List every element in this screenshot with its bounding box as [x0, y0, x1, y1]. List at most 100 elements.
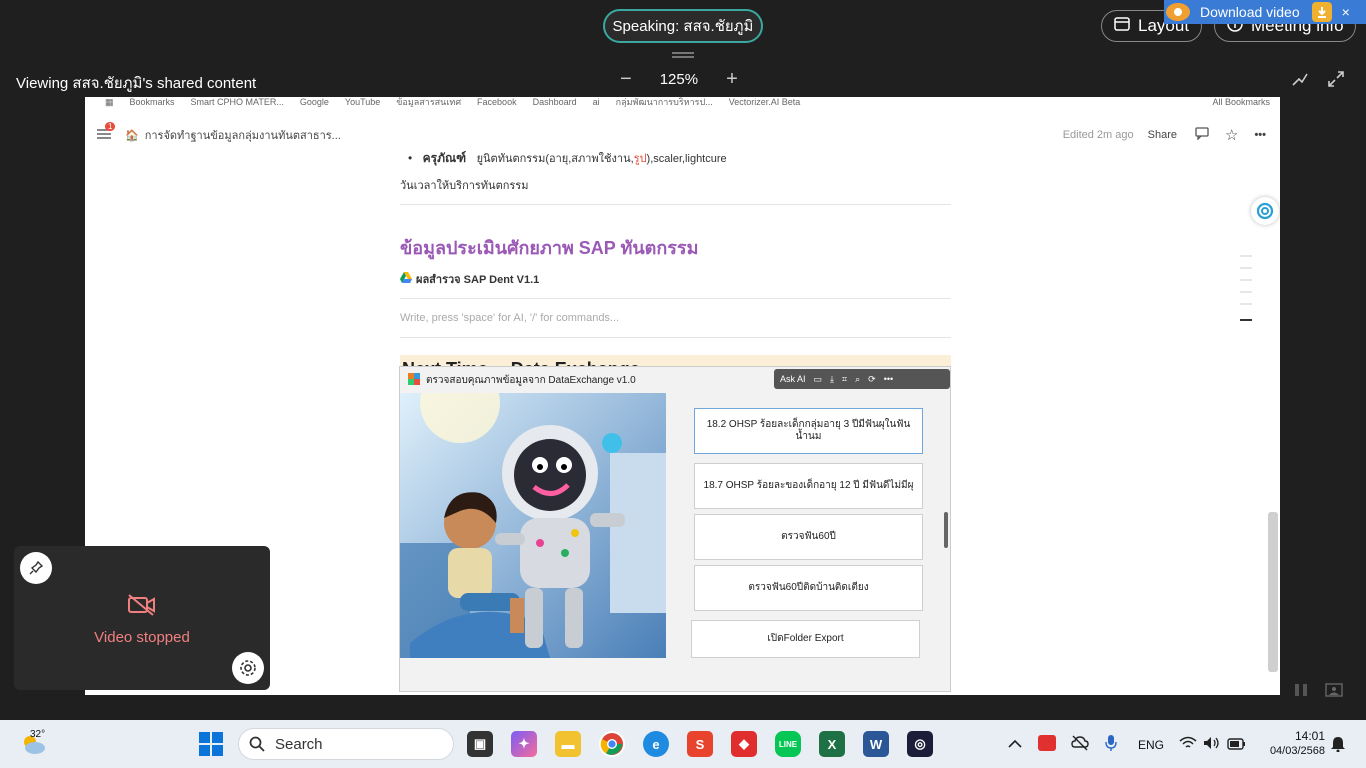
notifications-icon[interactable] — [1331, 736, 1345, 757]
download-icon[interactable]: ⤓ — [830, 374, 834, 385]
breadcrumb[interactable]: การจัดทำฐานข้อมูลกลุ่มงานทันตสาธาร... — [145, 126, 341, 144]
app-title: ตรวจสอบคุณภาพข้อมูลจาก DataExchange v1.0 — [426, 374, 636, 386]
active-speaker-indicator: Speaking: สสจ.ชัยภูมิ — [603, 9, 763, 43]
dental-robot-illustration — [400, 393, 666, 658]
download-video-bar[interactable]: Download video × — [1164, 0, 1366, 24]
bookmark-item[interactable]: กลุ่มพัฒนาการบริหารป... — [616, 97, 713, 107]
dental-check-60-button[interactable]: ตรวจฟัน60ปี — [694, 514, 923, 560]
crop-icon[interactable]: ⌗ — [842, 374, 847, 385]
cloud-off-icon[interactable] — [1071, 735, 1089, 756]
microphone-icon[interactable] — [1105, 734, 1117, 757]
clock-time[interactable]: 14:01 — [1261, 729, 1325, 743]
drive-link[interactable]: ผลสำรวจ SAP Dent V1.1 — [400, 270, 951, 288]
open-export-folder-button[interactable]: เปิดFolder Export — [691, 620, 920, 658]
volume-icon[interactable] — [1203, 736, 1221, 755]
bookmark-item[interactable]: Dashboard — [533, 97, 577, 107]
picture-icon[interactable] — [1325, 683, 1343, 702]
download-icon[interactable] — [1311, 2, 1332, 22]
anydesk-icon[interactable]: ◆ — [731, 731, 757, 757]
edited-status: Edited 2m ago — [1062, 129, 1134, 141]
layout-icon — [1114, 16, 1130, 36]
more-icon[interactable]: ••• — [1254, 129, 1266, 141]
zoom-out-button[interactable]: − — [620, 68, 632, 91]
line-icon[interactable]: LINE — [775, 731, 801, 757]
copilot-icon[interactable]: ✦ — [511, 731, 537, 757]
house-icon: 🏠 — [125, 129, 139, 142]
zoom-level: 125% — [659, 71, 699, 88]
excel-icon[interactable]: X — [819, 731, 845, 757]
chrome-icon[interactable] — [599, 731, 625, 757]
divider — [400, 298, 951, 299]
divider — [400, 337, 951, 338]
google-drive-icon — [400, 272, 412, 286]
bookmarks-bar: ▦ Bookmarks Smart CPHO MATER... Google Y… — [85, 97, 1280, 107]
comment-icon[interactable] — [1195, 127, 1209, 143]
bullet-text-a: ยูนิตทันตกรรม(อายุ,สภาพใช้งาน, — [476, 153, 634, 165]
bookmark-item[interactable]: YouTube — [345, 97, 380, 107]
star-icon[interactable]: ☆ — [1225, 126, 1238, 144]
anydesk-tray-icon[interactable] — [1038, 735, 1056, 751]
comment-icon[interactable]: ▭ — [814, 374, 823, 385]
bookmark-item[interactable]: Bookmarks — [130, 97, 175, 107]
bullet-red-text: รูป — [633, 153, 647, 165]
word-icon[interactable]: W — [863, 731, 889, 757]
clock-date[interactable]: 04/03/2568 — [1261, 745, 1325, 757]
taskbar-search[interactable]: Search — [238, 728, 454, 760]
apps-icon[interactable]: ▦ — [105, 97, 114, 107]
bullet-dot: • — [408, 151, 413, 165]
bookmark-item[interactable]: Vectorizer.AI Beta — [729, 97, 801, 107]
video-stopped-label: Video stopped — [94, 629, 190, 646]
doc-toolbar: 1 🏠 การจัดทำฐานข้อมูลกลุ่มงานทันตสาธาร..… — [85, 121, 1280, 149]
ohsp-18-2-button[interactable]: 18.2 OHSP ร้อยละเด็กกลุ่มอายุ 3 ปีมีฟันผ… — [694, 408, 923, 454]
bullet-bold: ครุภัณฑ์ — [422, 151, 467, 165]
edge-icon[interactable]: e — [643, 731, 669, 757]
settings-button[interactable] — [232, 652, 264, 684]
drive-link-label: ผลสำรวจ SAP Dent V1.1 — [416, 274, 540, 286]
video-off-icon — [127, 593, 157, 622]
bookmark-item[interactable]: Facebook — [477, 97, 517, 107]
self-video-tile: Video stopped — [14, 546, 270, 690]
search-icon — [249, 736, 265, 752]
pin-button[interactable] — [20, 552, 52, 584]
ai-assistant-icon[interactable] — [1251, 197, 1279, 225]
all-bookmarks[interactable]: All Bookmarks — [1212, 97, 1280, 107]
windows-start-icon[interactable] — [199, 732, 223, 761]
menu-icon[interactable]: 1 — [97, 121, 116, 143]
outline-indicator[interactable] — [1240, 254, 1252, 324]
bookmark-item[interactable]: Google — [300, 97, 329, 107]
wifi-icon[interactable] — [1179, 736, 1197, 755]
dental-check-60-bedridden-button[interactable]: ตรวจฟัน60ปีติดบ้านติดเตียง — [694, 565, 923, 611]
fullscreen-icon[interactable] — [1327, 70, 1345, 93]
ask-ai-button[interactable]: Ask AI — [780, 374, 806, 384]
task-view-icon[interactable]: ▣ — [467, 731, 493, 757]
bookmark-item[interactable]: ai — [593, 97, 600, 107]
zoom-icon[interactable]: ⌕ — [855, 374, 860, 385]
gear-icon — [240, 660, 256, 676]
file-explorer-icon[interactable]: ▬ — [555, 731, 581, 757]
window-scrollbar[interactable] — [944, 512, 948, 548]
bookmark-item[interactable]: ข้อมูลสารสนเทศ — [396, 97, 461, 107]
active-speaker-label: Speaking: สสจ.ชัยภูมิ — [612, 18, 754, 35]
zoom-in-button[interactable]: + — [726, 68, 738, 91]
bullet-text-b: ),scaler,lightcure — [646, 153, 727, 165]
page-scrollbar[interactable] — [1268, 512, 1278, 672]
slides-app-icon[interactable]: S — [687, 731, 713, 757]
chevron-up-icon[interactable] — [1008, 736, 1022, 754]
viewing-shared-content-label: Viewing สสจ.ชัยภูมิ's shared content — [16, 75, 257, 92]
bookmark-item[interactable]: Smart CPHO MATER... — [191, 97, 284, 107]
battery-icon[interactable] — [1227, 737, 1247, 755]
editor-placeholder[interactable]: Write, press 'space' for AI, '/' for com… — [400, 312, 951, 324]
more-icon[interactable]: ••• — [884, 374, 893, 384]
doc-content: • ครุภัณฑ์ ยูนิตทันตกรรม(อายุ,สภาพใช้งาน… — [400, 147, 951, 384]
download-video-label: Download video — [1200, 4, 1300, 20]
webex-icon[interactable]: ◎ — [907, 731, 933, 757]
close-download-bar-button[interactable]: × — [1342, 4, 1350, 20]
language-indicator[interactable]: ENG — [1138, 738, 1164, 752]
rotate-icon[interactable]: ⟳ — [868, 374, 876, 385]
share-button[interactable]: Share — [1148, 129, 1177, 141]
divider — [400, 204, 951, 205]
annotate-icon[interactable] — [1291, 70, 1309, 93]
ohsp-18-7-button[interactable]: 18.7 OHSP ร้อยละของเด็กอายุ 12 ปี มีฟันด… — [694, 463, 923, 509]
pause-icon[interactable] — [1293, 683, 1309, 702]
drag-handle[interactable] — [672, 52, 694, 58]
